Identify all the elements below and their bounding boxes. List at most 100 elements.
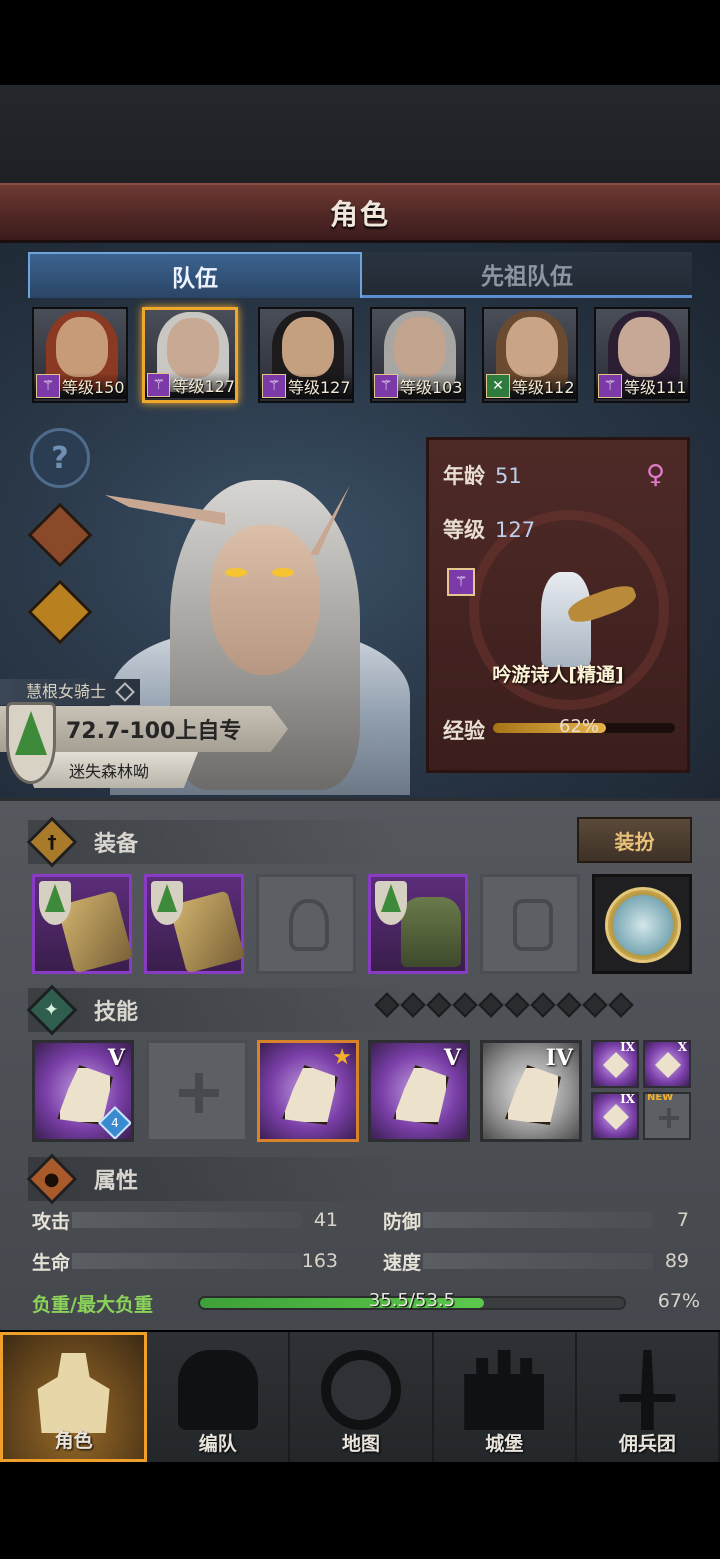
page-title: 角色 <box>329 197 390 231</box>
equip-slot-weapon-1[interactable] <box>32 874 134 974</box>
party-member-6[interactable]: ⚚ 等级111 <box>594 307 690 403</box>
job-class-icon[interactable]: ⚚ <box>447 568 475 596</box>
member-level-row: ⚚ 等级127 <box>145 372 235 398</box>
faction-shield-icon <box>375 881 407 925</box>
tree-icon <box>15 711 47 755</box>
passive-slot-1[interactable]: IX <box>591 1040 639 1088</box>
skill-sub-number: 4 <box>111 1116 119 1130</box>
staff-icon: ⚚ <box>147 373 171 397</box>
party-member-2[interactable]: ⚚ 等级127 <box>142 307 238 403</box>
system-nav-area <box>0 1462 720 1559</box>
member-level: 等级127 <box>172 377 235 396</box>
nav-label: 城堡 <box>485 1433 524 1455</box>
member-level-row: ⚚ 等级103 <box>372 373 464 399</box>
character-title-text: 慧根女骑士 <box>26 682 107 701</box>
tree-icon <box>45 884 65 912</box>
wand-icon <box>603 1052 629 1078</box>
skill-rank: IV <box>545 1045 573 1071</box>
equip-slot-boots[interactable] <box>480 874 580 974</box>
equip-slot-trinket[interactable] <box>592 874 692 974</box>
job-name: 吟游诗人[精通] <box>492 664 624 686</box>
party-member-1[interactable]: ⚚ 等级150 <box>32 307 128 403</box>
passive-slot-2[interactable]: X <box>643 1040 691 1088</box>
appearance-button[interactable] <box>27 502 93 568</box>
dress-up-button[interactable]: 装扮 <box>577 817 692 863</box>
character-eye <box>272 568 294 577</box>
member-level: 等级112 <box>512 378 575 397</box>
nav-label: 编队 <box>198 1433 237 1455</box>
nav-formation[interactable]: 编队 <box>147 1332 291 1462</box>
attributes-header: ● 属性 <box>26 1153 408 1205</box>
stat-bar <box>423 1253 653 1269</box>
bottom-nav: 角色 编队 地图 城堡 佣兵团 <box>0 1332 720 1462</box>
medallion-icon <box>605 887 681 963</box>
passive-slot-3[interactable]: IX <box>591 1092 639 1140</box>
stat-label: 速度 <box>383 1251 422 1274</box>
status-bar-area <box>0 0 720 85</box>
passive-slot-4[interactable]: NEW <box>643 1092 691 1140</box>
skill-slot-3[interactable]: ★ <box>257 1040 359 1142</box>
skill-pip <box>426 992 452 1018</box>
nav-castle[interactable]: 城堡 <box>434 1332 577 1462</box>
skill-slot-5[interactable]: IV <box>480 1040 582 1142</box>
star-icon: ★ <box>332 1045 352 1070</box>
knight-icon <box>37 1353 110 1433</box>
target-icon <box>603 1104 629 1130</box>
portrait-face <box>56 317 108 377</box>
title-banner: 角色 <box>0 183 720 243</box>
potion-button[interactable] <box>27 579 93 645</box>
hooded-figure-icon <box>27 502 93 568</box>
dagger-icon: † <box>26 816 78 868</box>
compass-icon <box>321 1350 401 1430</box>
skill-pip <box>530 992 556 1018</box>
nav-mercenary[interactable]: 佣兵团 <box>577 1332 720 1462</box>
nav-label: 角色 <box>54 1430 93 1452</box>
helmet-icon <box>177 1350 258 1430</box>
equipment-header: † 装备 <box>26 816 408 868</box>
portrait-face <box>282 317 334 377</box>
portrait-face <box>618 317 670 377</box>
equipment-title: 装备 <box>94 832 139 857</box>
level-row: 等级 127 <box>443 514 535 544</box>
nav-label: 佣兵团 <box>618 1433 676 1455</box>
skill-slot-2[interactable] <box>146 1040 248 1142</box>
party-member-5[interactable]: ✕ 等级112 <box>482 307 578 403</box>
member-level: 等级150 <box>62 378 125 397</box>
skill-slot-1[interactable]: V 4 <box>32 1040 134 1142</box>
potion-icon <box>27 579 93 645</box>
title-info-icon[interactable] <box>115 682 135 702</box>
party-member-4[interactable]: ⚚ 等级103 <box>370 307 466 403</box>
nav-map[interactable]: 地图 <box>290 1332 434 1462</box>
crystal-hand-icon <box>505 1065 561 1125</box>
equip-slot-helmet[interactable] <box>256 874 356 974</box>
skill-point-pips <box>374 992 634 1020</box>
attributes-title: 属性 <box>94 1169 139 1194</box>
help-icon[interactable]: ? <box>30 428 90 488</box>
staff-icon: ⚚ <box>36 374 60 398</box>
tab-ancestor-party[interactable]: 先祖队伍 <box>362 252 692 298</box>
helmet-icon <box>289 899 329 951</box>
stat-bar <box>72 1253 302 1269</box>
fur-armor-icon <box>401 897 461 967</box>
skill-slot-4[interactable]: V <box>368 1040 470 1142</box>
crystal-hand-icon <box>393 1065 449 1125</box>
empty-slot-cross-icon <box>179 1073 219 1113</box>
member-level: 等级103 <box>400 378 463 397</box>
stat-value: 7 <box>676 1209 689 1231</box>
level-label: 等级 <box>443 518 485 542</box>
tree-icon <box>381 884 401 912</box>
region-shield-icon <box>6 702 56 784</box>
equip-slot-weapon-2[interactable] <box>144 874 246 974</box>
member-level: 等级111 <box>624 378 687 397</box>
trait-text: 72.7-100上自专 <box>66 719 242 744</box>
nav-character[interactable]: 角色 <box>0 1332 148 1462</box>
skill-pip <box>452 992 478 1018</box>
member-level-row: ⚚ 等级150 <box>34 373 126 399</box>
equip-slot-armor[interactable] <box>368 874 468 974</box>
party-member-3[interactable]: ⚚ 等级127 <box>258 307 354 403</box>
skill-pip <box>400 992 426 1018</box>
load-label: 负重/最大负重 <box>32 1294 153 1316</box>
character-eye <box>225 568 247 577</box>
tab-party[interactable]: 队伍 <box>28 252 362 298</box>
stat-hp: 生命 163 <box>32 1246 338 1276</box>
